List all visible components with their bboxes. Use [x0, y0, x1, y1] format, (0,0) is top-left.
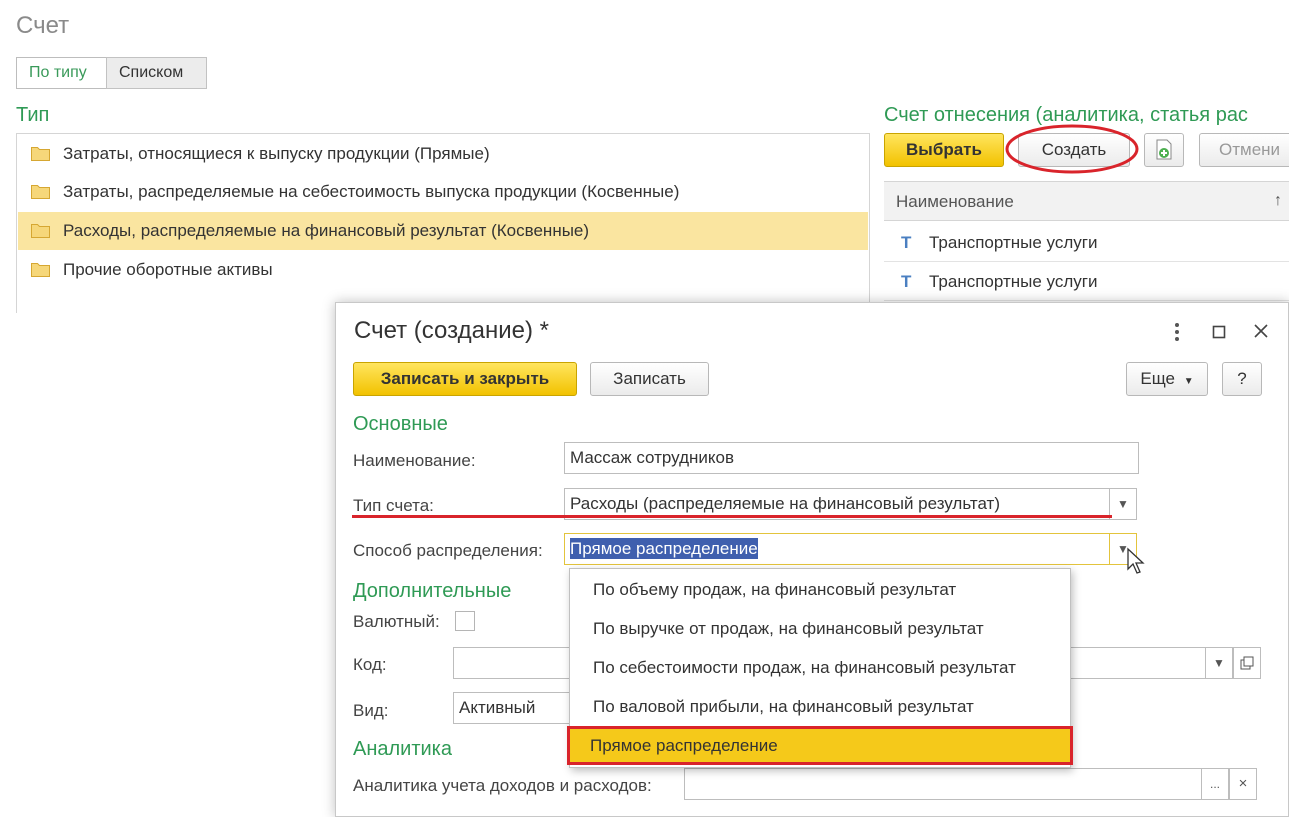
more-vertical-icon[interactable] — [1172, 322, 1182, 342]
distribution-dropdown-list: По объему продаж, на финансовый результа… — [567, 568, 1073, 768]
folder-icon — [31, 185, 50, 199]
table-cell: Транспортные услуги — [929, 233, 1098, 252]
analytics-label: Аналитика учета доходов и расходов: — [353, 776, 652, 795]
table-row[interactable]: T Транспортные услуги — [884, 262, 1289, 301]
dropdown-option-selected[interactable]: Прямое распределение — [567, 726, 1073, 765]
save-button[interactable]: Записать — [590, 362, 709, 396]
dialog-title: Счет (создание) * — [354, 317, 549, 344]
dropdown-option[interactable]: По объему продаж, на финансовый результа… — [570, 570, 1070, 609]
code-dropdown-button[interactable]: ▼ — [1205, 647, 1233, 679]
close-icon[interactable] — [1253, 323, 1269, 339]
dropdown-option[interactable]: По валовой прибыли, на финансовый резуль… — [570, 687, 1070, 726]
dropdown-option[interactable]: По себестоимости продаж, на финансовый р… — [570, 648, 1070, 687]
type-item-label: Прочие оборотные активы — [63, 260, 273, 279]
analytics-field[interactable] — [684, 768, 1202, 800]
add-copy-icon — [1156, 139, 1172, 160]
type-item-indirect-costs[interactable]: Затраты, распределяемые на себестоимость… — [18, 173, 868, 211]
type-list: Затраты, относящиеся к выпуску продукции… — [16, 133, 870, 313]
open-icon — [1240, 656, 1254, 670]
folder-icon — [31, 147, 50, 161]
analytics-select-button[interactable]: ... — [1201, 768, 1229, 800]
code-open-button[interactable] — [1233, 647, 1261, 679]
kind-field[interactable]: Активный — [453, 692, 573, 724]
type-item-direct-costs[interactable]: Затраты, относящиеся к выпуску продукции… — [18, 135, 868, 173]
name-field[interactable]: Массаж сотрудников — [564, 442, 1139, 474]
select-button[interactable]: Выбрать — [884, 133, 1004, 167]
distribution-label: Способ распределения: — [353, 541, 543, 560]
help-button[interactable]: ? — [1222, 362, 1262, 396]
distribution-field[interactable]: Прямое распределение — [564, 533, 1110, 565]
currency-checkbox[interactable] — [455, 611, 475, 631]
maximize-icon[interactable] — [1212, 325, 1226, 339]
more-button[interactable]: Еще ▼ — [1126, 362, 1208, 396]
folder-icon — [31, 263, 50, 277]
create-highlight-ellipse — [1005, 124, 1139, 174]
dropdown-option[interactable]: По выручке от продаж, на финансовый резу… — [570, 609, 1070, 648]
type-item-label: Затраты, относящиеся к выпуску продукции… — [63, 144, 490, 163]
account-type-dropdown-button[interactable]: ▼ — [1109, 488, 1137, 520]
more-button-label: Еще — [1140, 369, 1175, 388]
type-section-title: Тип — [16, 104, 50, 126]
text-type-icon: T — [901, 272, 912, 291]
sort-arrow-icon[interactable]: ↑ — [1274, 192, 1282, 210]
code-label: Код: — [353, 655, 387, 674]
text-type-icon: T — [901, 233, 912, 252]
analytics-section-title: Аналитика — [353, 738, 452, 760]
main-section-title: Основные — [353, 413, 448, 435]
table-row[interactable]: T Транспортные услуги — [884, 223, 1289, 262]
folder-icon — [31, 224, 50, 238]
currency-label: Валютный: — [353, 612, 440, 631]
tab-list[interactable]: Списком — [106, 57, 207, 89]
column-header-name[interactable]: Наименование — [896, 192, 1014, 212]
analytics-clear-button[interactable]: × — [1229, 768, 1257, 800]
type-item-financial-result[interactable]: Расходы, распределяемые на финансовый ре… — [18, 212, 868, 250]
page-title: Счет — [16, 12, 70, 39]
type-item-label: Расходы, распределяемые на финансовый ре… — [63, 221, 590, 240]
distribution-selected-text: Прямое распределение — [570, 538, 758, 559]
type-item-label: Затраты, распределяемые на себестоимость… — [63, 182, 680, 201]
annotation-underline — [352, 515, 1112, 518]
type-item-other-assets[interactable]: Прочие оборотные активы — [18, 251, 868, 289]
save-and-close-button[interactable]: Записать и закрыть — [353, 362, 577, 396]
name-label: Наименование: — [353, 451, 476, 470]
kind-label: Вид: — [353, 701, 389, 720]
add-copy-button[interactable] — [1144, 133, 1184, 167]
cancel-button[interactable]: Отмени — [1199, 133, 1289, 167]
extra-section-title: Дополнительные — [353, 580, 512, 602]
chevron-down-icon: ▼ — [1183, 376, 1194, 387]
tab-by-type[interactable]: По типу — [16, 57, 107, 89]
table-cell: Транспортные услуги — [929, 272, 1098, 291]
account-type-label: Тип счета: — [353, 496, 434, 515]
grid-header: Наименование ↑ — [884, 181, 1289, 221]
mouse-cursor-icon — [1127, 547, 1145, 574]
